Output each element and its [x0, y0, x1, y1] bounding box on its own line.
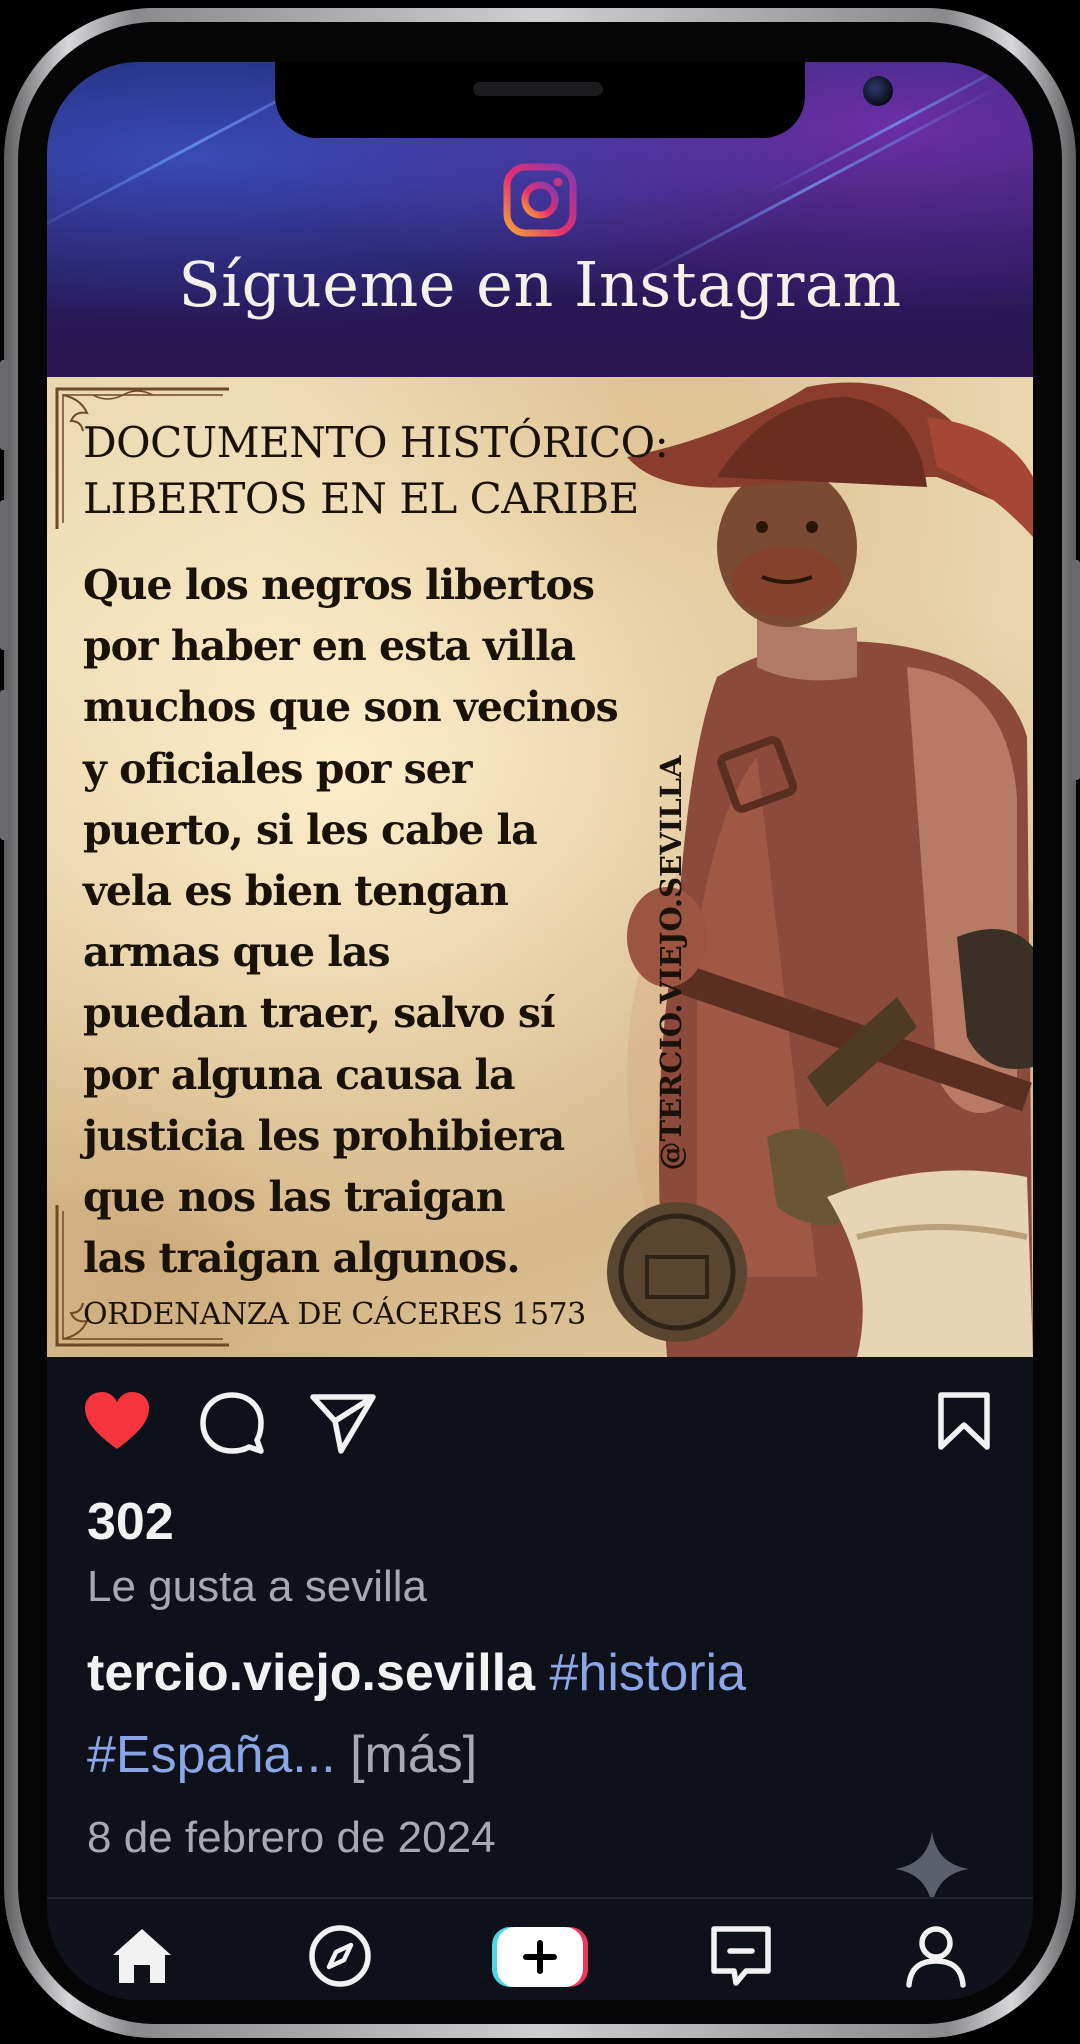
- hashtag-link[interactable]: #historia: [549, 1644, 746, 1702]
- post-actions: [47, 1357, 1033, 1467]
- post-image[interactable]: DOCUMENTO HISTÓRICO: LIBERTOS EN EL CARI…: [47, 377, 1033, 1357]
- quote-line: justicia les prohibiera: [83, 1111, 565, 1160]
- watermark-handle: @TERCIO.VIEJO.SEVILLA: [654, 755, 688, 1171]
- document-title-line: DOCUMENTO HISTÓRICO:: [83, 418, 669, 467]
- quote-line: puerto, si les cabe la: [83, 805, 538, 854]
- quote-line: por haber en esta villa: [83, 622, 576, 671]
- home-icon[interactable]: [107, 1921, 177, 1991]
- create-icon[interactable]: [490, 1921, 590, 1991]
- document-title-line: LIBERTOS EN EL CARIBE: [83, 474, 639, 523]
- document-source: ORDENANZA DE CÁCERES 1573: [83, 1297, 586, 1332]
- explore-icon[interactable]: [305, 1921, 375, 1991]
- front-camera: [863, 76, 893, 106]
- phone-screen: Sígueme en Instagram DOCUMENTO HISTÓRICO…: [47, 62, 1033, 2000]
- bottom-nav: [47, 1897, 1033, 2000]
- quote-line: las traigan algunos.: [83, 1234, 521, 1283]
- heart-icon[interactable]: [83, 1391, 151, 1451]
- quote-line: y oficiales por ser: [83, 744, 472, 793]
- quote-line: armas que las: [83, 928, 391, 977]
- document-title: DOCUMENTO HISTÓRICO: LIBERTOS EN EL CARI…: [83, 415, 669, 527]
- post-caption: tercio.viejo.sevilla #historia #España..…: [87, 1632, 987, 1796]
- quote-line: puedan traer, salvo sí: [83, 989, 556, 1038]
- header-title: Sígueme en Instagram: [178, 248, 902, 321]
- phone-side-button: [1072, 560, 1080, 780]
- messages-icon[interactable]: [706, 1921, 776, 1991]
- quote-line: por alguna causa la: [83, 1050, 516, 1099]
- phone-notch: [275, 62, 893, 138]
- comment-icon[interactable]: [199, 1391, 265, 1457]
- liked-by-text[interactable]: Le gusta a sevilla: [87, 1562, 427, 1612]
- post-date: 8 de febrero de 2024: [87, 1813, 496, 1862]
- document-quote: Que los negros libertos por haber en est…: [83, 555, 619, 1289]
- phone-side-button: [0, 500, 8, 650]
- phone-side-button: [0, 690, 8, 840]
- caption-username[interactable]: tercio.viejo.sevilla: [87, 1644, 535, 1702]
- share-icon[interactable]: [309, 1391, 377, 1455]
- speaker-grille: [473, 82, 603, 96]
- phone-side-button: [0, 360, 8, 450]
- quote-line: muchos que son vecinos: [83, 683, 619, 732]
- more-link[interactable]: [más]: [350, 1726, 477, 1784]
- hashtag-link[interactable]: #España...: [87, 1726, 336, 1784]
- quote-line: que nos las traigan: [83, 1172, 506, 1221]
- profile-icon[interactable]: [901, 1921, 971, 1991]
- bookmark-icon[interactable]: [936, 1391, 992, 1451]
- quote-line: Que los negros libertos: [83, 561, 595, 609]
- likes-count[interactable]: 302: [87, 1492, 174, 1552]
- quote-line: vela es bien tengan: [83, 866, 509, 915]
- instagram-icon: [503, 163, 577, 237]
